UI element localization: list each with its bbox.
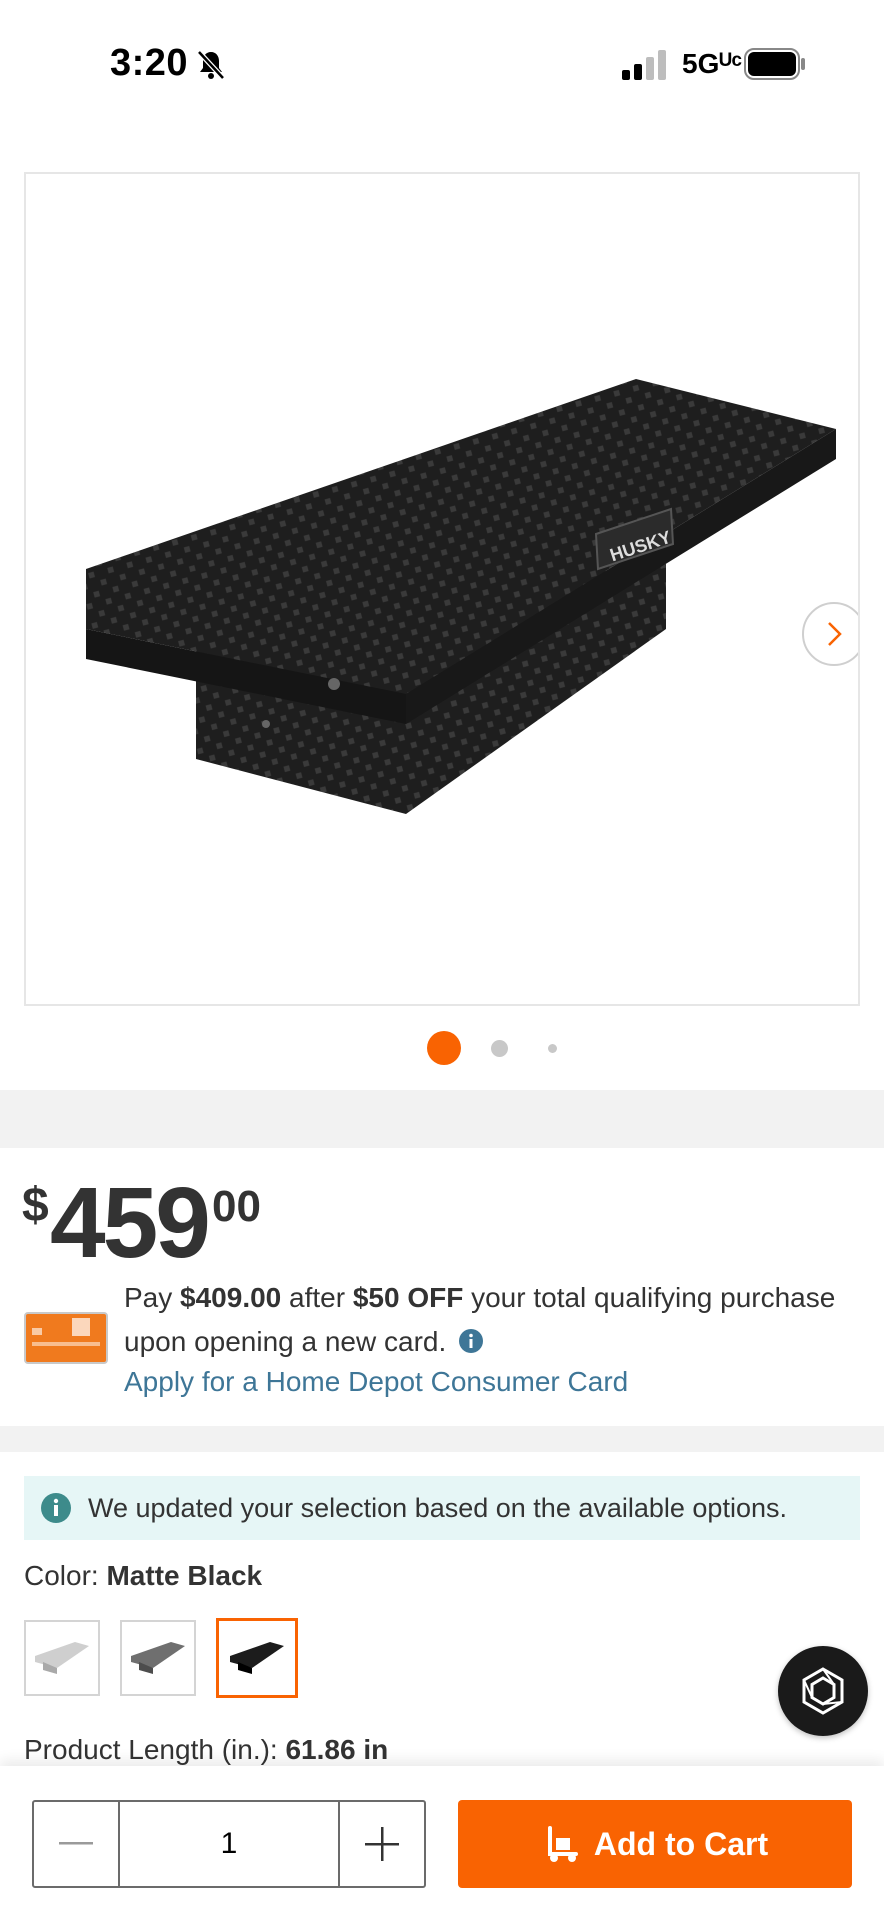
- product-image-frame[interactable]: HUSKY: [24, 172, 860, 1006]
- price-currency: $: [22, 1179, 49, 1232]
- chevron-right-icon: [828, 622, 842, 646]
- network-label: 5Gᵁᶜ: [682, 48, 743, 79]
- gallery-pagination: [0, 1028, 884, 1068]
- promo-discount: $50 OFF: [352, 1282, 464, 1313]
- pagination-dot[interactable]: [548, 1044, 557, 1053]
- product-image: HUSKY: [86, 379, 836, 814]
- swatch-silver[interactable]: [24, 1620, 100, 1696]
- pagination-dot-active[interactable]: [427, 1031, 461, 1065]
- credit-card-image: [24, 1312, 108, 1364]
- price-dollars: 459: [50, 1167, 211, 1279]
- decrease-quantity-button[interactable]: [34, 1802, 120, 1886]
- swatch-matte-black-selected[interactable]: [216, 1618, 298, 1698]
- toolbox-gray-thumb: [131, 1642, 185, 1674]
- increase-quantity-button[interactable]: [338, 1802, 424, 1886]
- options-section: We updated your selection based on the a…: [0, 1452, 884, 1772]
- product-gallery: HUSKY: [0, 148, 884, 1090]
- quantity-stepper: 1: [32, 1800, 426, 1888]
- pagination-dot[interactable]: [491, 1040, 508, 1057]
- promo-after: after: [289, 1282, 346, 1313]
- length-value: 61.86 in: [285, 1734, 389, 1765]
- hand-truck-icon: [547, 1826, 578, 1862]
- price-cents: 00: [212, 1182, 261, 1231]
- signal-icon: [622, 50, 666, 80]
- apply-card-link[interactable]: Apply for a Home Depot Consumer Card: [124, 1366, 628, 1398]
- promo-amount: $409.00: [180, 1282, 282, 1313]
- color-value: Matte Black: [106, 1560, 263, 1591]
- next-image-button[interactable]: [802, 602, 858, 666]
- promo-text: Pay $409.00 after $50 OFF your total qua…: [124, 1276, 864, 1364]
- bell-muted-icon: [197, 50, 225, 80]
- color-label-row: Color: Matte Black: [24, 1560, 262, 1592]
- selection-notice: We updated your selection based on the a…: [24, 1476, 860, 1540]
- minus-icon: [59, 1842, 93, 1845]
- promo-pay: Pay: [124, 1282, 173, 1313]
- add-to-cart-button[interactable]: Add to Cart: [458, 1800, 852, 1888]
- toolbox-silver-thumb: [35, 1642, 89, 1674]
- add-to-cart-label: Add to Cart: [593, 1825, 769, 1862]
- status-bar: 3:20 5Gᵁᶜ: [0, 0, 884, 148]
- swatch-gray[interactable]: [120, 1620, 196, 1696]
- chat-assistant-button[interactable]: [778, 1646, 868, 1736]
- notice-text: We updated your selection based on the a…: [88, 1492, 787, 1523]
- info-icon[interactable]: [458, 1328, 484, 1354]
- battery-icon: [744, 48, 805, 80]
- product-length-row: Product Length (in.): 61.86 in: [24, 1734, 388, 1766]
- length-label: Product Length (in.):: [24, 1734, 278, 1765]
- toolbox-black-thumb: [230, 1642, 284, 1674]
- quantity-input[interactable]: 1: [120, 1802, 338, 1886]
- price-section: $ 459 00 Pay $409.00 after $50 OFF your …: [0, 1148, 884, 1426]
- plus-icon: [365, 1827, 399, 1861]
- assistant-icon: [802, 1667, 844, 1715]
- bottom-cart-bar: 1 Add to Cart: [0, 1766, 884, 1920]
- info-icon: [41, 1493, 71, 1523]
- status-time: 3:20: [110, 42, 189, 84]
- color-label: Color:: [24, 1560, 99, 1591]
